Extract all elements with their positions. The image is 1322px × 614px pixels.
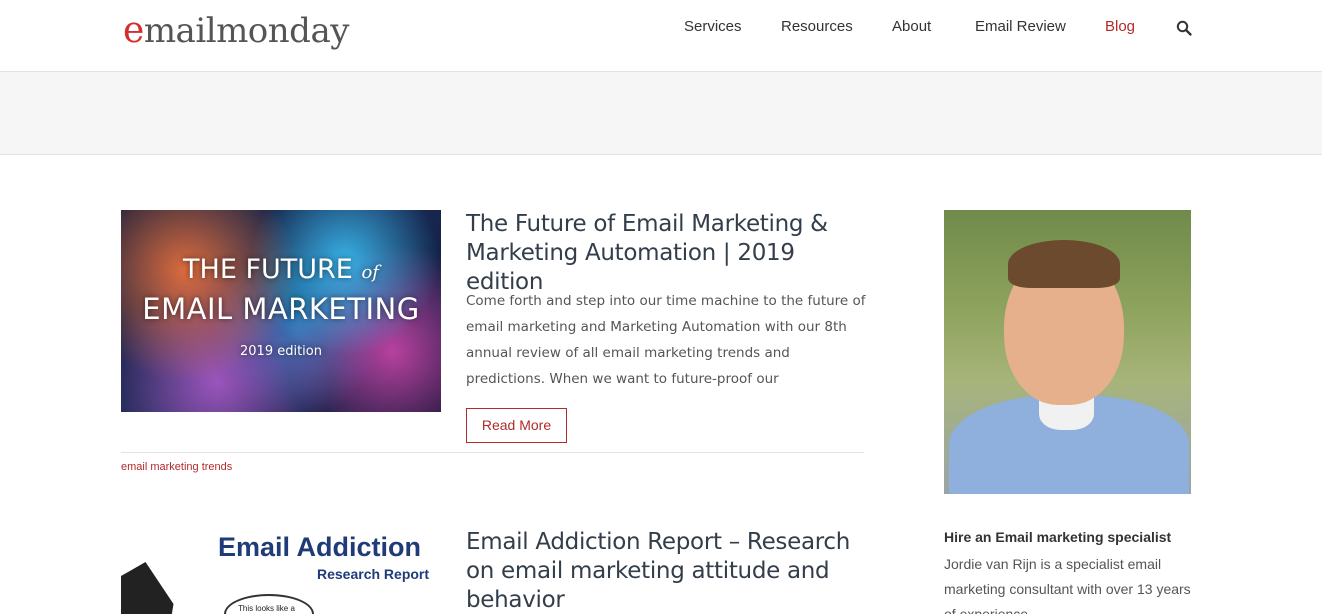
thumb-of-text: of: [361, 262, 379, 283]
thumb-illustration: [121, 562, 174, 614]
thumb-title-line1: THE FUTURE of: [121, 254, 441, 285]
sidebar-bio-text: Jordie van Rijn is a specialist email ma…: [944, 556, 1191, 614]
thumb-subtitle: Research Report: [317, 566, 430, 582]
post-title[interactable]: Email Addiction Report – Research on ema…: [466, 528, 876, 614]
author-photo: [944, 210, 1191, 494]
photo-hair: [1008, 240, 1120, 288]
post-thumbnail-email-addiction[interactable]: Email Addiction Research Report This loo…: [121, 530, 441, 614]
post-excerpt: Come forth and step into our time machin…: [466, 293, 866, 387]
thumb-title-line1-text: THE FUTURE: [183, 254, 353, 285]
nav-about[interactable]: About: [892, 18, 931, 38]
nav-blog[interactable]: Blog: [1105, 18, 1135, 38]
post-title-line[interactable]: The Future of Email Marketing &: [466, 210, 876, 239]
speech-bubble-text: This looks like a: [238, 604, 295, 613]
post-title-line[interactable]: on email marketing attitude and: [466, 557, 876, 586]
thumb-title-line2: EMAIL MARKETING: [142, 292, 420, 326]
sidebar-heading: Hire an Email marketing specialist: [944, 529, 1172, 545]
read-more-button[interactable]: Read More: [466, 408, 567, 443]
nav-email-review[interactable]: Email Review: [975, 18, 1066, 38]
site-logo[interactable]: emailmonday: [123, 10, 349, 51]
nav-resources[interactable]: Resources: [781, 18, 853, 38]
post-title[interactable]: The Future of Email Marketing & Marketin…: [466, 210, 876, 297]
logo-letter: e: [123, 10, 144, 51]
search-icon[interactable]: [1176, 20, 1192, 36]
page-title-bar: [0, 72, 1322, 155]
thumb-title: Email Addiction: [218, 532, 422, 562]
logo-text: mailmonday: [143, 11, 350, 51]
site-header: emailmonday Services Resources About Ema…: [0, 0, 1322, 72]
post-thumbnail-future-email-marketing[interactable]: THE FUTURE of EMAIL MARKETING 2019 editi…: [121, 210, 441, 412]
post-divider: [121, 452, 864, 453]
post-title-line[interactable]: Email Addiction Report – Research: [466, 528, 876, 557]
thumb-edition: 2019 edition: [240, 344, 322, 359]
nav-services[interactable]: Services: [684, 18, 742, 38]
post-title-line[interactable]: behavior: [466, 586, 876, 614]
post-tag-link[interactable]: email marketing trends: [121, 461, 232, 473]
